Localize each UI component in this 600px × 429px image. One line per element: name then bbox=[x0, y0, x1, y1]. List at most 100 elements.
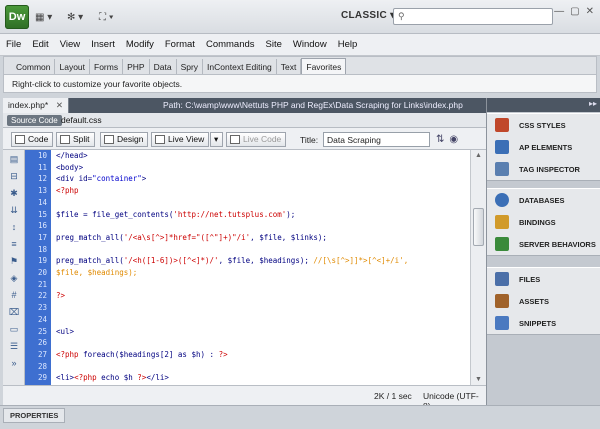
scroll-up-icon[interactable]: ▲ bbox=[475, 152, 482, 159]
remove-comment-icon[interactable]: ⌧ bbox=[3, 307, 25, 320]
expand-all-icon[interactable]: ⇊ bbox=[3, 205, 25, 218]
panel-bindings[interactable]: BINDINGS bbox=[487, 211, 600, 233]
menu-view[interactable]: View bbox=[60, 39, 80, 50]
panel-databases[interactable]: DATABASES bbox=[487, 189, 600, 211]
code-line: preg_match_all('/<h([1-6])>([^<]*)/', $f… bbox=[56, 256, 408, 265]
menu-commands[interactable]: Commands bbox=[206, 39, 255, 50]
panel-css-styles[interactable]: CSS STYLES bbox=[487, 114, 600, 136]
related-file-link[interactable]: default.css bbox=[61, 115, 102, 125]
preview-icon[interactable]: ◉ bbox=[449, 134, 458, 145]
workspace-switcher[interactable]: CLASSIC ▾ bbox=[341, 10, 395, 21]
code-token: $file, $headings); bbox=[56, 268, 138, 277]
document-tab[interactable]: index.php* ✕ bbox=[3, 98, 69, 113]
tab-common[interactable]: Common bbox=[12, 59, 56, 74]
line-number: 22 bbox=[37, 291, 47, 301]
design-view-button[interactable]: Design bbox=[100, 132, 149, 147]
menu-format[interactable]: Format bbox=[165, 39, 195, 50]
code-token: , $file, $links); bbox=[250, 232, 327, 242]
tab-text[interactable]: Text bbox=[277, 59, 302, 74]
site-icon[interactable]: ⛶ ▾ bbox=[99, 10, 114, 24]
menu-insert[interactable]: Insert bbox=[91, 39, 115, 50]
line-number: 29 bbox=[37, 373, 47, 383]
balance-braces-icon[interactable]: ✱ bbox=[3, 188, 25, 201]
apply-comment-icon[interactable]: # bbox=[3, 290, 25, 303]
split-view-button[interactable]: Split bbox=[56, 132, 95, 147]
tab-spry[interactable]: Spry bbox=[177, 59, 204, 74]
code-token: ($headings[2] as $h) : bbox=[114, 349, 219, 359]
line-number: 23 bbox=[37, 303, 47, 313]
collapse-tag-icon[interactable]: ⊟ bbox=[3, 171, 25, 184]
line-number: 27 bbox=[37, 349, 47, 359]
code-line: <?php foreach($headings[2] as $h) : ?> bbox=[56, 350, 228, 359]
code-line: $file = file_get_contents('http://net.tu… bbox=[56, 210, 295, 219]
search-input[interactable]: ⚲ bbox=[393, 8, 553, 25]
panel-files[interactable]: FILES bbox=[487, 268, 600, 290]
line-number: 18 bbox=[37, 244, 47, 254]
line-numbers-icon[interactable]: ≡ bbox=[3, 239, 25, 252]
panel-tag-inspector[interactable]: TAG INSPECTOR bbox=[487, 158, 600, 180]
tab-favorites[interactable]: Favorites bbox=[301, 58, 347, 74]
window-controls: — ▢ ✕ bbox=[554, 6, 594, 17]
more-icon[interactable]: » bbox=[3, 358, 25, 371]
collapse-panels-icon[interactable]: ▸▸ bbox=[589, 99, 597, 108]
code-token: ?> bbox=[137, 373, 147, 383]
scroll-thumb[interactable] bbox=[473, 208, 484, 246]
code-line: <li><?php echo $h ?></li> bbox=[56, 373, 169, 382]
properties-tab[interactable]: PROPERTIES bbox=[3, 408, 66, 423]
syntax-error-icon[interactable]: ◈ bbox=[3, 273, 25, 286]
tab-forms[interactable]: Forms bbox=[90, 59, 124, 74]
minimize-icon[interactable]: — bbox=[554, 6, 564, 17]
scroll-down-icon[interactable]: ▼ bbox=[475, 376, 482, 383]
select-parent-tag-icon[interactable]: ↕ bbox=[3, 222, 25, 235]
panel-ap-elements[interactable]: AP ELEMENTS bbox=[487, 136, 600, 158]
code-line: <ul> bbox=[56, 327, 74, 336]
line-number: 10 bbox=[37, 151, 47, 160]
code-token: <?php bbox=[56, 349, 84, 359]
menu-help[interactable]: Help bbox=[338, 39, 358, 50]
menu-window[interactable]: Window bbox=[293, 39, 327, 50]
menu-file[interactable]: File bbox=[6, 39, 21, 50]
tab-php[interactable]: PHP bbox=[123, 59, 150, 74]
live-code-button[interactable]: Live Code bbox=[226, 132, 287, 147]
open-documents-icon[interactable]: ▤ bbox=[3, 154, 25, 167]
menu-edit[interactable]: Edit bbox=[32, 39, 48, 50]
insert-bar: Common Layout Forms PHP Data Spry InCont… bbox=[3, 56, 597, 75]
close-icon[interactable]: ✕ bbox=[586, 6, 594, 17]
vertical-scrollbar[interactable]: ▲ ▼ bbox=[470, 150, 486, 385]
line-number: 20 bbox=[37, 268, 47, 277]
panel-assets[interactable]: ASSETS bbox=[487, 290, 600, 312]
recent-snippets-icon[interactable]: ☰ bbox=[3, 341, 25, 354]
panel-group-css: CSS STYLES AP ELEMENTS TAG INSPECTOR bbox=[487, 113, 600, 181]
code-token: <li> bbox=[56, 373, 75, 383]
wrap-tag-icon[interactable]: ▭ bbox=[3, 324, 25, 337]
live-view-dropdown[interactable]: ▾ bbox=[210, 132, 224, 147]
code-token: 'http://net.tutsplus.com' bbox=[173, 209, 287, 219]
highlight-invalid-icon[interactable]: ⚑ bbox=[3, 256, 25, 269]
title-field[interactable]: Data Scraping bbox=[323, 132, 430, 147]
gear-icon[interactable]: ✻ ▾ bbox=[67, 10, 83, 24]
tab-incontext-editing[interactable]: InContext Editing bbox=[203, 59, 277, 74]
live-view-button[interactable]: Live View bbox=[151, 132, 210, 147]
code-line: preg_match_all('/<a\s[^>]*href="([^"]+)"… bbox=[56, 233, 327, 242]
panel-dock: ▸▸ CSS STYLES AP ELEMENTS TAG INSPECTOR … bbox=[486, 98, 600, 405]
assets-icon bbox=[495, 294, 509, 308]
app-logo: Dw bbox=[5, 5, 29, 29]
menu-site[interactable]: Site bbox=[266, 39, 282, 50]
tab-layout[interactable]: Layout bbox=[55, 59, 91, 74]
code-token: <div bbox=[56, 174, 79, 184]
code-editor[interactable]: </head> <body> <div id="container"> <?php $f… bbox=[51, 150, 470, 385]
panel-server-behaviors[interactable]: SERVER BEHAVIORS bbox=[487, 233, 600, 255]
close-icon[interactable]: ✕ bbox=[56, 100, 63, 111]
layout-icon[interactable]: ▦ ▾ bbox=[35, 10, 52, 24]
tab-data[interactable]: Data bbox=[150, 59, 177, 74]
line-number: 21 bbox=[37, 279, 47, 289]
panel-snippets[interactable]: SNIPPETS bbox=[487, 312, 600, 334]
source-code-button[interactable]: Source Code bbox=[7, 115, 62, 126]
code-view-button[interactable]: Code bbox=[11, 132, 54, 147]
line-number: 14 bbox=[37, 197, 47, 207]
menu-modify[interactable]: Modify bbox=[126, 39, 154, 50]
file-management-icon[interactable]: ⇅ bbox=[436, 134, 444, 145]
code-token: '/<a\s[^>]*href="([^"]+)"/i' bbox=[123, 232, 251, 242]
split-icon bbox=[60, 135, 70, 144]
maximize-icon[interactable]: ▢ bbox=[570, 6, 579, 17]
